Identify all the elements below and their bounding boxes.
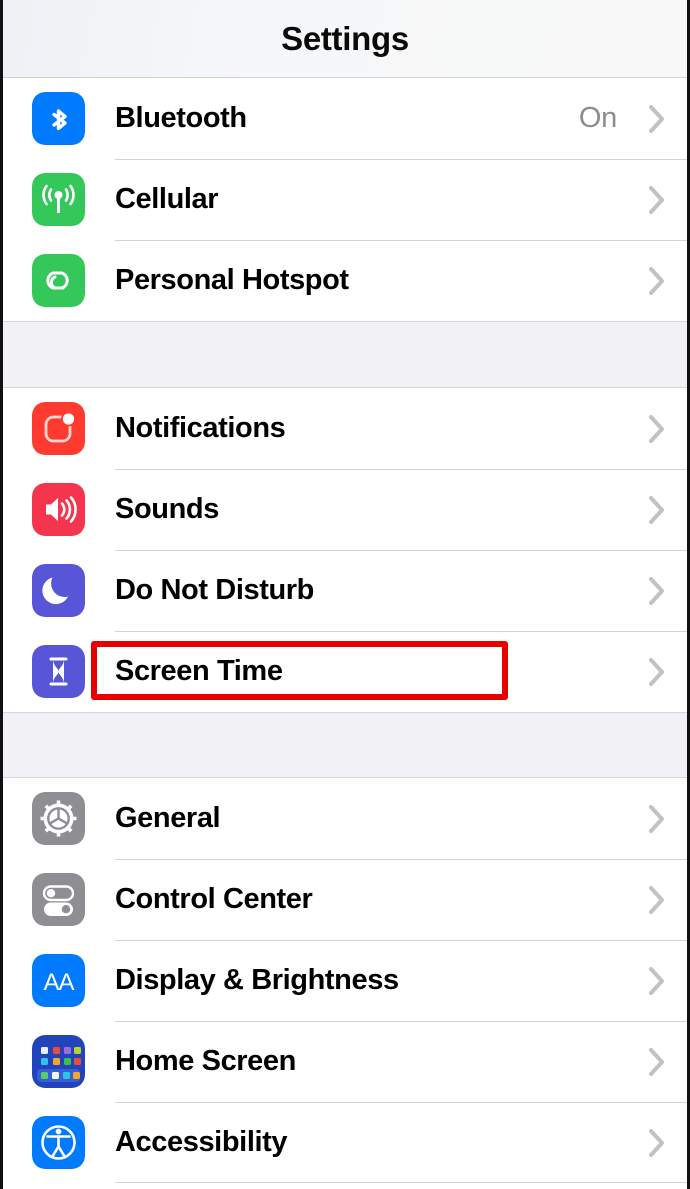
row-separator — [115, 469, 687, 470]
settings-row-label: Screen Time — [115, 655, 283, 687]
row-separator — [115, 1021, 687, 1022]
settings-row-label: Do Not Disturb — [115, 574, 314, 606]
notifications-icon — [32, 402, 85, 455]
chevron-right-icon — [635, 185, 679, 215]
row-separator — [115, 1102, 687, 1103]
settings-row-screen-time[interactable]: Screen Time — [3, 631, 687, 712]
settings-row-home-screen[interactable]: Home Screen — [3, 1021, 687, 1102]
row-separator — [115, 550, 687, 551]
cellular-icon — [32, 173, 85, 226]
settings-row-label: Display & Brightness — [115, 964, 399, 996]
group-spacer — [3, 712, 687, 778]
settings-row-label: Control Center — [115, 883, 313, 915]
svg-text:AA: AA — [43, 969, 74, 996]
settings-row-label: Accessibility — [115, 1126, 288, 1158]
icon-container — [3, 564, 115, 617]
row-separator-bottom — [115, 1182, 687, 1183]
chevron-right-icon — [635, 804, 679, 834]
control-center-icon — [32, 873, 85, 926]
chevron-right-icon — [635, 657, 679, 687]
group-spacer — [3, 321, 687, 388]
chevron-right-icon — [635, 885, 679, 915]
settings-row-label: General — [115, 802, 221, 834]
icon-container — [3, 1116, 115, 1169]
chevron-right-icon — [635, 1128, 679, 1158]
display-brightness-icon: AA — [32, 954, 85, 1007]
settings-row-accessibility[interactable]: Accessibility — [3, 1102, 687, 1183]
general-icon — [32, 792, 85, 845]
settings-row-label: Notifications — [115, 412, 286, 444]
settings-row-notifications[interactable]: Notifications — [3, 388, 687, 469]
icon-container: AA — [3, 954, 115, 1007]
row-separator — [115, 859, 687, 860]
bluetooth-icon — [32, 92, 85, 145]
settings-group-system: General Control Center AA Display & Brig… — [3, 778, 687, 1183]
settings-row-value: On — [578, 102, 617, 134]
accessibility-icon — [32, 1116, 85, 1169]
do-not-disturb-icon — [32, 564, 85, 617]
row-separator — [115, 240, 687, 241]
settings-row-label: Bluetooth — [115, 102, 247, 134]
settings-row-general[interactable]: General — [3, 778, 687, 859]
icon-container — [3, 173, 115, 226]
settings-group-alerts: Notifications Sounds Do Not Disturb Scre… — [3, 388, 687, 712]
chevron-right-icon — [635, 414, 679, 444]
navigation-bar: Settings — [3, 0, 687, 78]
settings-row-personal-hotspot[interactable]: Personal Hotspot — [3, 240, 687, 321]
settings-screen: Settings Bluetooth On Cellular Personal … — [0, 0, 690, 1189]
settings-row-do-not-disturb[interactable]: Do Not Disturb — [3, 550, 687, 631]
settings-row-cellular[interactable]: Cellular — [3, 159, 687, 240]
icon-container — [3, 1035, 115, 1088]
chevron-right-icon — [635, 1047, 679, 1077]
icon-container — [3, 873, 115, 926]
icon-container — [3, 645, 115, 698]
home-screen-icon — [32, 1035, 85, 1088]
icon-container — [3, 92, 115, 145]
icon-container — [3, 792, 115, 845]
chevron-right-icon — [635, 966, 679, 996]
settings-group-connectivity: Bluetooth On Cellular Personal Hotspot — [3, 78, 687, 321]
chevron-right-icon — [635, 576, 679, 606]
settings-row-label: Home Screen — [115, 1045, 296, 1077]
personal-hotspot-icon — [32, 254, 85, 307]
icon-container — [3, 402, 115, 455]
settings-row-display-brightness[interactable]: AA Display & Brightness — [3, 940, 687, 1021]
settings-row-label: Cellular — [115, 183, 219, 215]
row-separator — [115, 159, 687, 160]
settings-row-label: Personal Hotspot — [115, 264, 349, 296]
page-title: Settings — [281, 19, 409, 57]
settings-row-label: Sounds — [115, 493, 219, 525]
chevron-right-icon — [635, 266, 679, 296]
settings-row-control-center[interactable]: Control Center — [3, 859, 687, 940]
screen-time-icon — [32, 645, 85, 698]
chevron-right-icon — [635, 104, 679, 134]
settings-row-sounds[interactable]: Sounds — [3, 469, 687, 550]
settings-row-bluetooth[interactable]: Bluetooth On — [3, 78, 687, 159]
chevron-right-icon — [635, 495, 679, 525]
row-separator — [115, 631, 687, 632]
icon-container — [3, 483, 115, 536]
icon-container — [3, 254, 115, 307]
row-separator — [115, 940, 687, 941]
sounds-icon — [32, 483, 85, 536]
